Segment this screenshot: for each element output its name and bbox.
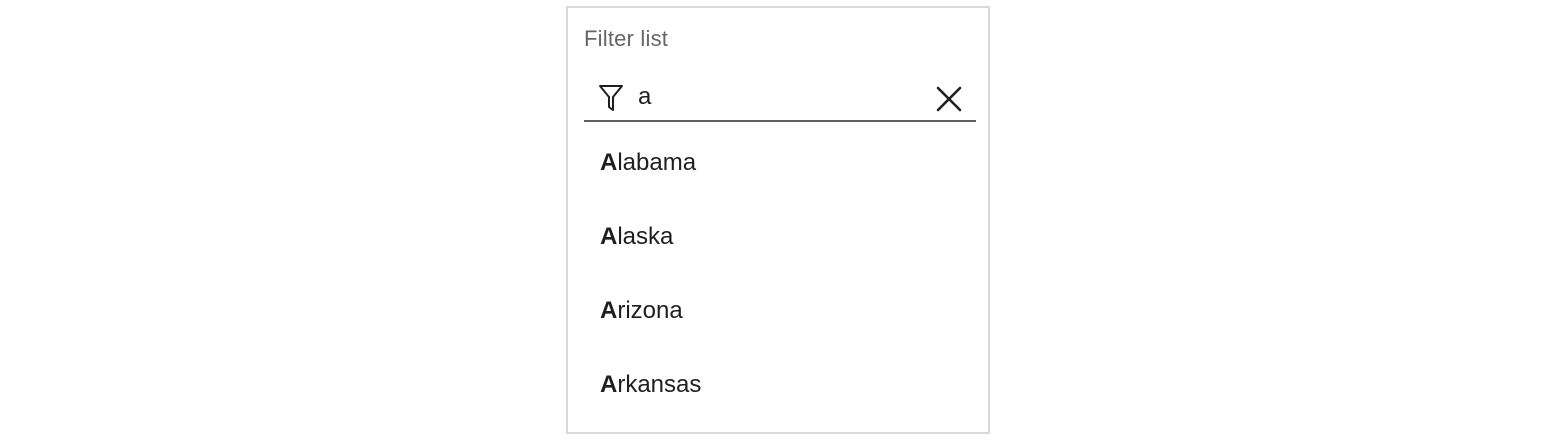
filter-funnel-icon [598,84,624,112]
list-item-alaska[interactable]: Alaska [568,200,988,274]
filter-list-label: Filter list [584,26,669,51]
match-highlight: A [600,223,618,250]
list-item-alabama[interactable]: Alabama [568,126,988,200]
clear-filter-button[interactable] [934,84,964,114]
match-highlight: A [600,371,618,398]
close-icon [934,86,964,117]
item-label-rest: labama [617,149,697,176]
filter-search-field[interactable] [584,74,976,122]
match-highlight: A [600,149,618,176]
match-highlight: A [600,297,618,324]
filtered-results-list: Alabama Alaska Arizona Arkansas [568,126,988,422]
item-label-rest: laska [617,223,674,250]
list-item-arizona[interactable]: Arizona [568,274,988,348]
list-item-arkansas[interactable]: Arkansas [568,348,988,422]
filter-list-panel: Filter list Alabama Alaska Arizona Arkan… [566,6,990,434]
item-label-rest: rkansas [617,371,702,398]
filter-search-input[interactable] [638,80,918,114]
item-label-rest: rizona [617,297,683,324]
